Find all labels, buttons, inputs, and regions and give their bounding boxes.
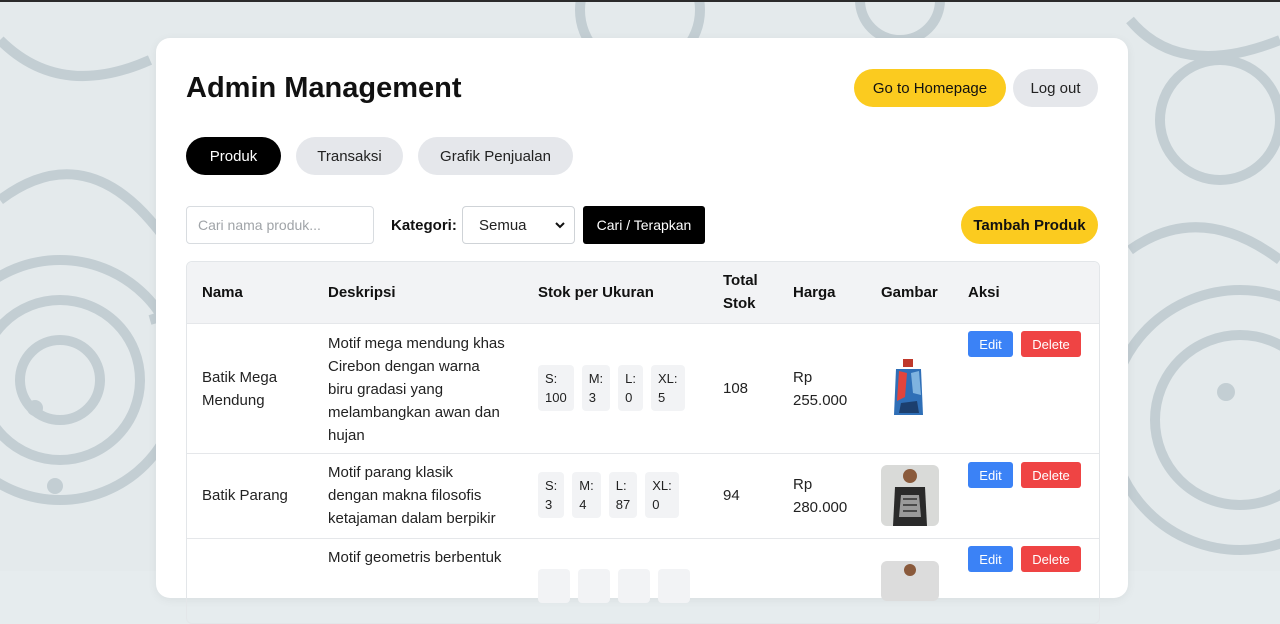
size-badge: M: 3 (581, 365, 611, 411)
delete-button[interactable]: Delete (1021, 462, 1081, 488)
size-qty: 0 (652, 497, 660, 512)
header-nama: Nama (202, 284, 243, 301)
size-stock-list: S: 3 M: 4 L: 87 XL: 0 (538, 472, 679, 518)
table-row: Batik Mega Mendung Motif mega mendung kh… (187, 323, 1099, 453)
size-qty: 3 (588, 390, 596, 405)
product-image (881, 357, 939, 419)
header-gambar: Gambar (881, 284, 938, 301)
kategori-label: Kategori: (391, 217, 457, 234)
description-line: melambangkan awan dan (328, 404, 500, 421)
top-border (0, 0, 1280, 2)
delete-button[interactable]: Delete (1021, 546, 1081, 572)
table-row: Batik Parang Motif parang klasik dengan … (187, 453, 1099, 538)
size-qty: 100 (545, 390, 567, 405)
price: 255.000 (793, 392, 848, 409)
size-qty: 5 (658, 390, 666, 405)
description-line: hujan (328, 427, 365, 444)
price: Rp (793, 369, 813, 386)
size-label: S: (545, 478, 558, 493)
description-line: Motif geometris berbentuk (328, 549, 502, 566)
size-badge (578, 569, 610, 603)
edit-button[interactable]: Edit (968, 462, 1013, 488)
product-table: Nama Deskripsi Stok per Ukuran Total Sto… (186, 261, 1100, 624)
size-badge: XL: 5 (651, 365, 685, 411)
product-name: Batik Parang (202, 487, 288, 504)
edit-button[interactable]: Edit (968, 331, 1013, 357)
edit-button[interactable]: Edit (968, 546, 1013, 572)
header-harga: Harga (793, 284, 836, 301)
size-badge (538, 569, 570, 603)
product-image (881, 561, 939, 601)
description-line: Motif mega mendung khas (328, 335, 505, 352)
product-description: Motif parang klasik dengan makna filosof… (328, 461, 513, 530)
logout-button[interactable]: Log out (1013, 69, 1098, 107)
table-row: Motif geometris berbentuk Edit Delete (187, 538, 1099, 623)
apply-filter-button[interactable]: Cari / Terapkan (583, 206, 705, 244)
description-line: Cirebon dengan warna (328, 358, 480, 375)
size-badge: M: 4 (572, 472, 601, 518)
size-stock-list (538, 569, 690, 603)
size-qty: 0 (625, 390, 633, 405)
size-qty: 87 (615, 497, 631, 512)
product-description: Motif geometris berbentuk (328, 546, 513, 569)
page-title: Admin Management (186, 72, 462, 104)
size-badge (618, 569, 650, 603)
size-label: M: (579, 478, 594, 493)
description-line: Motif parang klasik (328, 464, 454, 481)
size-stock-list: S: 100 M: 3 L: 0 XL: 5 (538, 365, 685, 411)
product-description: Motif mega mendung khas Cirebon dengan w… (328, 332, 513, 447)
size-qty: 4 (579, 497, 587, 512)
header-total: Total (723, 272, 758, 289)
total-stock: 94 (723, 487, 740, 504)
size-qty: 3 (545, 497, 553, 512)
delete-button[interactable]: Delete (1021, 331, 1081, 357)
header-stok-per-ukuran: Stok per Ukuran (538, 284, 654, 301)
size-label: S: (545, 371, 558, 386)
go-to-homepage-button[interactable]: Go to Homepage (854, 69, 1006, 107)
size-badge: L: 0 (618, 365, 643, 411)
chevron-down-icon (555, 222, 565, 229)
size-label: L: (625, 371, 636, 386)
table-header: Nama Deskripsi Stok per Ukuran Total Sto… (187, 262, 1099, 323)
kategori-selected-value: Semua (479, 216, 527, 234)
kategori-select[interactable]: Semua (462, 206, 575, 244)
header-stok: Stok (723, 295, 756, 312)
size-label: M: (588, 371, 604, 386)
description-line: ketajaman dalam berpikir (328, 510, 496, 527)
size-badge: S: 100 (538, 365, 574, 411)
size-badge (658, 569, 690, 603)
product-name: Mendung (202, 392, 265, 409)
size-label: XL: (652, 478, 672, 493)
header-deskripsi: Deskripsi (328, 284, 396, 301)
tab-grafik-penjualan[interactable]: Grafik Penjualan (418, 137, 573, 175)
add-product-button[interactable]: Tambah Produk (961, 206, 1098, 244)
size-badge: L: 87 (608, 472, 638, 518)
product-image (881, 465, 939, 526)
header-aksi: Aksi (968, 284, 1000, 301)
size-badge: S: 3 (538, 472, 565, 518)
description-line: dengan makna filosofis (328, 487, 482, 504)
description-line: biru gradasi yang (328, 381, 444, 398)
price: Rp (793, 476, 813, 493)
search-input[interactable] (186, 206, 374, 244)
price: 280.000 (793, 499, 848, 516)
tab-transaksi[interactable]: Transaksi (296, 137, 403, 175)
admin-card: Admin Management Go to Homepage Log out … (156, 38, 1128, 624)
total-stock: 108 (723, 380, 749, 397)
tab-produk[interactable]: Produk (186, 137, 281, 175)
size-label: L: (615, 478, 627, 493)
product-name: Batik Mega (202, 369, 278, 386)
size-label: XL: (658, 371, 678, 386)
size-badge: XL: 0 (645, 472, 679, 518)
